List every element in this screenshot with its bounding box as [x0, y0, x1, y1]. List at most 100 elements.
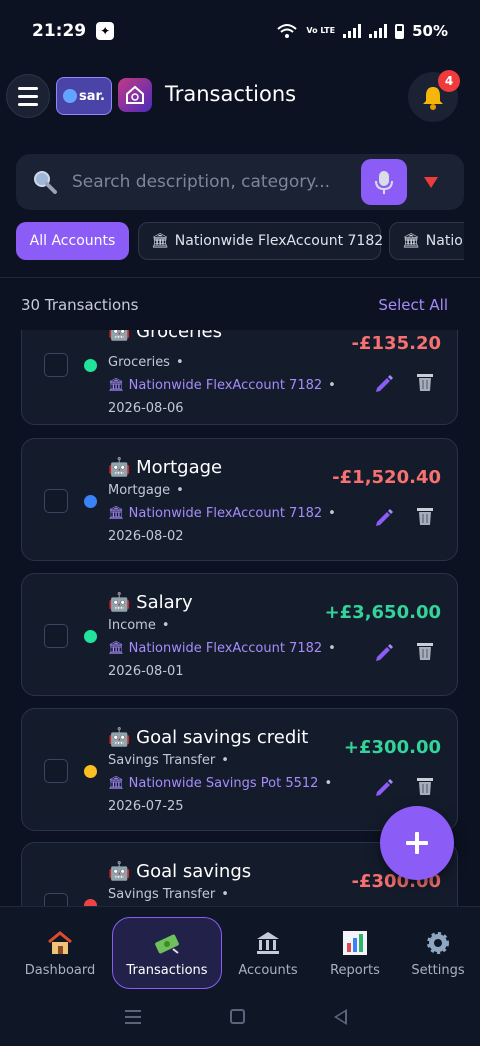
wifi-call-icon: [277, 24, 298, 38]
category-dot: [84, 630, 97, 643]
robot-icon: 🤖: [108, 727, 131, 748]
transaction-title: 🤖 Goal savings: [108, 861, 252, 882]
page-title: Transactions: [165, 82, 297, 106]
status-icons: Vo LTE 50%: [276, 22, 448, 40]
account-filter-chips: All Accounts 🏛 Nationwide FlexAccount 71…: [16, 222, 464, 262]
transaction-card[interactable]: 🤖 Mortgage Mortgage • 🏛 Nationwide FlexAc…: [21, 438, 458, 561]
bank-icon: 🏛: [108, 776, 125, 791]
bank-icon: 🏛: [151, 233, 169, 249]
status-time: 21:29 ✦: [32, 21, 115, 41]
transaction-date: 2026-08-02: [108, 529, 184, 544]
home-button[interactable]: [230, 1009, 245, 1024]
bank-icon: 🏛: [108, 506, 125, 521]
transaction-amount: +£300.00: [343, 737, 441, 758]
voice-search-button[interactable]: [361, 159, 407, 205]
transaction-title: 🤖 Mortgage: [108, 457, 223, 478]
trash-icon[interactable]: [414, 505, 436, 527]
transaction-account: 🏛 Nationwide Savings Pot 5512 •: [108, 776, 333, 791]
transaction-amount: +£3,650.00: [324, 602, 441, 623]
hamburger-icon: [18, 86, 38, 90]
menu-button[interactable]: [6, 74, 50, 118]
add-transaction-button[interactable]: [380, 806, 454, 880]
bank-icon: 🏛: [402, 233, 420, 249]
row-checkbox[interactable]: [44, 489, 68, 513]
category-dot: [84, 495, 97, 508]
transaction-category: Savings Transfer •: [108, 887, 229, 902]
transaction-title: 🤖 Groceries: [108, 330, 222, 342]
robot-icon: 🤖: [108, 592, 131, 613]
trash-icon[interactable]: [414, 775, 436, 797]
robot-icon: 🤖: [108, 457, 131, 478]
transaction-category: Mortgage •: [108, 483, 184, 498]
plus-icon: [406, 832, 428, 854]
edit-icon[interactable]: [374, 642, 394, 662]
row-checkbox[interactable]: [44, 624, 68, 648]
transaction-count: 30 Transactions: [21, 296, 139, 314]
nav-dashboard[interactable]: Dashboard: [8, 917, 112, 989]
money-icon: [155, 934, 179, 954]
chip-all-accounts[interactable]: All Accounts: [16, 222, 129, 260]
house-icon: [48, 930, 72, 954]
chip-nationwide-savings-pot[interactable]: 🏛 Nationwide Savings Pot 5512: [389, 222, 464, 260]
row-checkbox[interactable]: [44, 759, 68, 783]
battery-percent: 50%: [412, 22, 448, 40]
notifications-button[interactable]: 4: [408, 70, 460, 122]
search-icon: [34, 171, 57, 194]
trash-icon[interactable]: [414, 371, 436, 393]
back-button[interactable]: [334, 1009, 347, 1025]
signal-icon-1: [343, 24, 362, 38]
app-logo-icon: [118, 78, 152, 112]
transaction-card[interactable]: 🤖 Groceries Groceries • 🏛 Nationwide Flex…: [21, 330, 458, 425]
chip-nationwide-flexaccount[interactable]: 🏛 Nationwide FlexAccount 7182: [138, 222, 383, 260]
transaction-card[interactable]: 🤖 Goal savings credit Savings Transfer • …: [21, 708, 458, 831]
category-dot: [84, 765, 97, 778]
transaction-amount: -£135.20: [351, 333, 441, 354]
row-checkbox[interactable]: [44, 893, 68, 906]
status-bar: 21:29 ✦ Vo LTE 50%: [0, 0, 480, 62]
filter-dropdown-icon[interactable]: [424, 177, 438, 188]
nav-transactions[interactable]: Transactions: [112, 917, 222, 989]
user-chip-label: sar.: [78, 88, 105, 104]
search-input[interactable]: [72, 166, 367, 198]
transaction-category: Income •: [108, 618, 170, 633]
transaction-title: 🤖 Salary: [108, 592, 193, 613]
category-dot: [84, 359, 97, 372]
battery-icon: [395, 23, 405, 39]
select-all-button[interactable]: Select All: [378, 296, 448, 314]
bank-icon: 🏛: [108, 641, 125, 656]
transaction-card[interactable]: 🤖 Salary Income • 🏛 Nationwide FlexAccoun…: [21, 573, 458, 696]
edit-icon[interactable]: [374, 373, 394, 393]
row-checkbox[interactable]: [44, 353, 68, 377]
volte-label: Vo LTE: [306, 26, 336, 35]
transaction-date: 2026-07-25: [108, 799, 184, 814]
transaction-title: 🤖 Goal savings credit: [108, 727, 309, 748]
divider: [0, 277, 480, 278]
transaction-date: 2026-08-01: [108, 664, 184, 679]
bank-icon: 🏛: [108, 378, 125, 393]
clock: 21:29: [32, 21, 87, 41]
user-icon: [62, 89, 77, 103]
signal-icon-2: [369, 24, 388, 38]
transaction-date: 2026-08-06: [108, 401, 184, 416]
robot-icon: 🤖: [108, 330, 131, 342]
trash-icon[interactable]: [414, 640, 436, 662]
edit-icon[interactable]: [374, 507, 394, 527]
recent-apps-button[interactable]: [125, 1010, 141, 1024]
transaction-account: 🏛 Nationwide FlexAccount 7182 •: [108, 641, 336, 656]
app-notification-icon: ✦: [96, 22, 115, 40]
notification-badge: 4: [438, 70, 460, 92]
system-navigation: [0, 1000, 480, 1036]
transaction-category: Groceries •: [108, 355, 184, 370]
user-chip[interactable]: sar.: [56, 77, 112, 115]
transaction-category: Savings Transfer •: [108, 753, 229, 768]
edit-icon[interactable]: [374, 777, 394, 797]
bank-icon: [257, 931, 279, 954]
nav-settings[interactable]: Settings: [386, 917, 480, 989]
category-dot: [84, 899, 97, 906]
robot-icon: 🤖: [108, 861, 131, 882]
gear-icon: [427, 931, 449, 954]
transaction-amount: -£1,520.40: [332, 467, 441, 488]
app-header: sar. Transactions 4: [0, 66, 480, 130]
microphone-icon: [375, 171, 393, 194]
search-bar: [16, 154, 464, 210]
